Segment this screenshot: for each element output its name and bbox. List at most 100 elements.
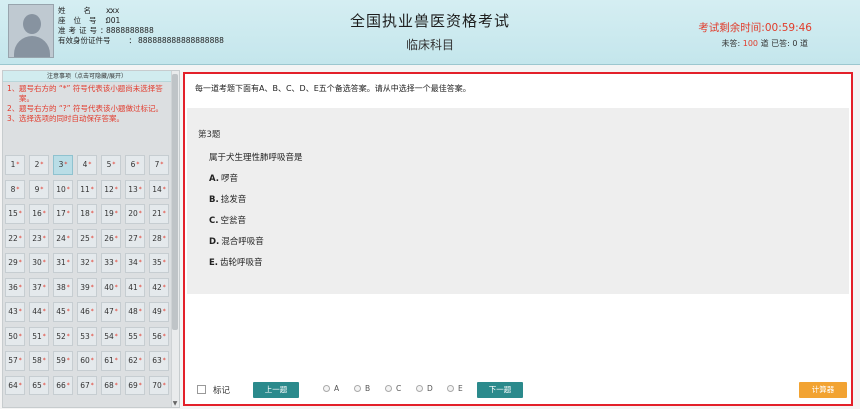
question-nav-item[interactable]: 52 * xyxy=(53,326,73,346)
question-nav-item[interactable]: 54 * xyxy=(101,326,121,346)
question-nav-item[interactable]: 53 * xyxy=(77,326,97,346)
prev-question-button[interactable]: 上一题 xyxy=(253,382,299,398)
question-nav-item[interactable]: 68 * xyxy=(101,375,121,395)
question-nav-item[interactable]: 6 * xyxy=(125,155,145,175)
question-stem: 属于犬生理性肺呼吸音是 xyxy=(209,153,303,163)
question-nav-item[interactable]: 48 * xyxy=(125,302,145,322)
question-nav-item[interactable]: 59 * xyxy=(53,351,73,371)
answer-option[interactable]: C. 空瓮音 xyxy=(209,214,246,226)
question-nav-item[interactable]: 45 * xyxy=(53,302,73,322)
question-nav-item[interactable]: 30 * xyxy=(29,253,49,273)
question-nav-item[interactable]: 36 * xyxy=(5,277,25,297)
question-nav-item[interactable]: 10 * xyxy=(53,179,73,199)
question-nav-item[interactable]: 5 * xyxy=(101,155,121,175)
question-nav-item[interactable]: 41 * xyxy=(125,277,145,297)
question-nav-item[interactable]: 49 * xyxy=(149,302,169,322)
question-nav-item[interactable]: 34 * xyxy=(125,253,145,273)
radio-circle-icon[interactable] xyxy=(416,385,423,392)
nav-scrollbar-thumb[interactable] xyxy=(172,74,178,330)
question-nav-item[interactable]: 42 * xyxy=(149,277,169,297)
radio-circle-icon[interactable] xyxy=(447,385,454,392)
calculator-button[interactable]: 计算器 xyxy=(799,382,847,398)
question-nav-item[interactable]: 15 * xyxy=(5,204,25,224)
timer-label: 考试剩余时间: xyxy=(698,22,765,34)
question-nav-item[interactable]: 3 * xyxy=(53,155,73,175)
question-nav-item[interactable]: 65 * xyxy=(29,375,49,395)
question-nav-number: 27 xyxy=(128,233,138,243)
question-nav-item[interactable]: 38 * xyxy=(53,277,73,297)
question-nav-item[interactable]: 25 * xyxy=(77,228,97,248)
radio-circle-icon[interactable] xyxy=(354,385,361,392)
question-nav-item[interactable]: 2 * xyxy=(29,155,49,175)
question-nav-item[interactable]: 32 * xyxy=(77,253,97,273)
answer-option[interactable]: E. 齿轮呼吸音 xyxy=(209,256,263,268)
question-nav-item[interactable]: 20 * xyxy=(125,204,145,224)
question-nav-item[interactable]: 67 * xyxy=(77,375,97,395)
question-nav-item[interactable]: 39 * xyxy=(77,277,97,297)
question-nav-item[interactable]: 27 * xyxy=(125,228,145,248)
notice-toggle[interactable]: 注意事项（点击可隐藏/展开） xyxy=(3,71,171,82)
mark-checkbox[interactable] xyxy=(197,385,206,394)
radio-label: C xyxy=(396,384,402,393)
question-nav-item[interactable]: 37 * xyxy=(29,277,49,297)
answer-option[interactable]: A. 啰音 xyxy=(209,172,238,184)
question-nav-item[interactable]: 1 * xyxy=(5,155,25,175)
question-nav-item[interactable]: 14 * xyxy=(149,179,169,199)
question-nav-item[interactable]: 31 * xyxy=(53,253,73,273)
question-nav-item[interactable]: 46 * xyxy=(77,302,97,322)
question-nav-item[interactable]: 51 * xyxy=(29,326,49,346)
question-nav-item[interactable]: 56 * xyxy=(149,326,169,346)
question-nav-item[interactable]: 19 * xyxy=(101,204,121,224)
nav-scrollbar[interactable]: ▼ xyxy=(171,71,179,407)
question-nav-item[interactable]: 50 * xyxy=(5,326,25,346)
question-nav-item[interactable]: 7 * xyxy=(149,155,169,175)
question-nav-item[interactable]: 61 * xyxy=(101,351,121,371)
answer-option[interactable]: B. 捻发音 xyxy=(209,193,246,205)
question-nav-item[interactable]: 23 * xyxy=(29,228,49,248)
question-nav-item[interactable]: 13 * xyxy=(125,179,145,199)
question-nav-item[interactable]: 66 * xyxy=(53,375,73,395)
question-nav-item[interactable]: 44 * xyxy=(29,302,49,322)
question-nav-item[interactable]: 24 * xyxy=(53,228,73,248)
question-nav-item[interactable]: 69 * xyxy=(125,375,145,395)
question-nav-item[interactable]: 60 * xyxy=(77,351,97,371)
next-question-button[interactable]: 下一题 xyxy=(477,382,523,398)
question-nav-number: 49 xyxy=(152,307,162,317)
question-nav-item[interactable]: 12 * xyxy=(101,179,121,199)
question-nav-item[interactable]: 21 * xyxy=(149,204,169,224)
question-nav-item[interactable]: 18 * xyxy=(77,204,97,224)
question-nav-item[interactable]: 17 * xyxy=(53,204,73,224)
question-nav-item[interactable]: 58 * xyxy=(29,351,49,371)
question-nav-item[interactable]: 26 * xyxy=(101,228,121,248)
answer-radio[interactable]: D xyxy=(416,384,433,393)
mark-label[interactable]: 标记 xyxy=(213,384,230,396)
question-nav-item[interactable]: 62 * xyxy=(125,351,145,371)
answer-radio[interactable]: E xyxy=(447,384,463,393)
question-nav-item[interactable]: 8 * xyxy=(5,179,25,199)
question-nav-item[interactable]: 22 * xyxy=(5,228,25,248)
question-nav-item[interactable]: 11 * xyxy=(77,179,97,199)
question-nav-item[interactable]: 70 * xyxy=(149,375,169,395)
scroll-down-arrow-icon[interactable]: ▼ xyxy=(172,401,178,407)
unanswered-label: 未答: xyxy=(721,39,741,48)
question-nav-item[interactable]: 63 * xyxy=(149,351,169,371)
question-nav-item[interactable]: 16 * xyxy=(29,204,49,224)
question-nav-item[interactable]: 57 * xyxy=(5,351,25,371)
question-nav-item[interactable]: 47 * xyxy=(101,302,121,322)
radio-circle-icon[interactable] xyxy=(323,385,330,392)
answer-radio[interactable]: A xyxy=(323,384,339,393)
question-nav-item[interactable]: 28 * xyxy=(149,228,169,248)
question-nav-item[interactable]: 64 * xyxy=(5,375,25,395)
answer-radio[interactable]: B xyxy=(354,384,370,393)
question-nav-item[interactable]: 35 * xyxy=(149,253,169,273)
question-nav-item[interactable]: 33 * xyxy=(101,253,121,273)
question-nav-item[interactable]: 29 * xyxy=(5,253,25,273)
question-nav-item[interactable]: 4 * xyxy=(77,155,97,175)
answer-option[interactable]: D. 混合呼吸音 xyxy=(209,235,264,247)
question-nav-item[interactable]: 43 * xyxy=(5,302,25,322)
radio-circle-icon[interactable] xyxy=(385,385,392,392)
question-nav-item[interactable]: 40 * xyxy=(101,277,121,297)
question-nav-item[interactable]: 55 * xyxy=(125,326,145,346)
answer-radio[interactable]: C xyxy=(385,384,401,393)
question-nav-item[interactable]: 9 * xyxy=(29,179,49,199)
